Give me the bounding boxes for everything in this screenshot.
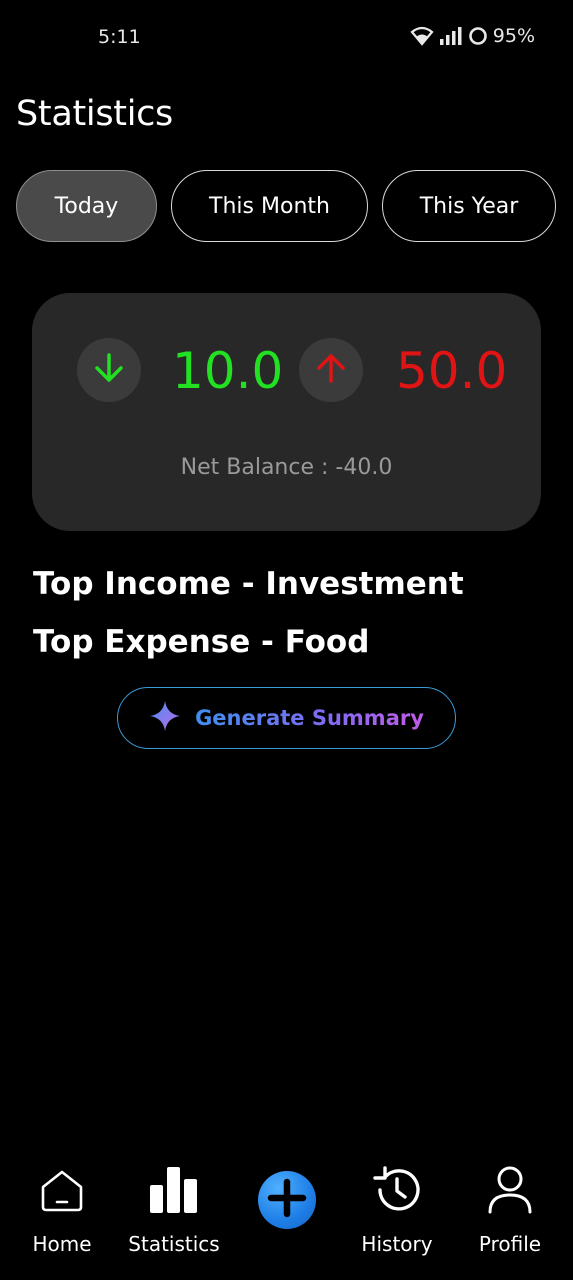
generate-summary-label: Generate Summary — [195, 706, 424, 730]
nav-add[interactable] — [227, 1160, 347, 1229]
tab-this-month[interactable]: This Month — [171, 170, 368, 242]
top-expense: Top Expense - Food — [33, 624, 370, 660]
nav-profile-label: Profile — [478, 1232, 542, 1256]
nav-home[interactable]: Home — [2, 1160, 122, 1256]
top-income: Top Income - Investment — [33, 566, 464, 602]
battery-icon — [468, 26, 488, 46]
bottom-nav: Home Statistics History Profile — [0, 1160, 573, 1280]
tab-this-year[interactable]: This Year — [382, 170, 556, 242]
plus-icon — [267, 1178, 307, 1223]
expense-amount: 50.0 — [396, 342, 508, 400]
summary-card: 10.0 50.0 Net Balance : -40.0 — [32, 293, 541, 531]
expense-indicator — [299, 338, 363, 402]
nav-statistics-label: Statistics — [128, 1232, 220, 1256]
status-bar: 5:11 95% — [0, 0, 573, 74]
arrow-up-icon — [313, 350, 349, 391]
status-icons: 95% — [410, 25, 535, 47]
page-title: Statistics — [16, 94, 173, 134]
arrow-down-icon — [91, 350, 127, 391]
income-indicator — [77, 338, 141, 402]
nav-history[interactable]: History — [337, 1160, 457, 1256]
tab-today[interactable]: Today — [16, 170, 157, 242]
nav-statistics[interactable]: Statistics — [114, 1160, 234, 1256]
net-balance: Net Balance : -40.0 — [180, 455, 393, 480]
nav-profile[interactable]: Profile — [450, 1160, 570, 1256]
person-icon — [480, 1160, 540, 1220]
add-button[interactable] — [258, 1171, 316, 1229]
signal-icon — [439, 27, 463, 45]
bar-chart-icon — [144, 1160, 204, 1220]
home-icon — [32, 1160, 92, 1220]
sparkle-icon — [149, 700, 181, 737]
status-time: 5:11 — [98, 26, 141, 48]
generate-summary-button[interactable]: Generate Summary — [117, 687, 456, 749]
wifi-icon — [410, 26, 434, 46]
nav-history-label: History — [361, 1232, 433, 1256]
nav-home-label: Home — [32, 1232, 92, 1256]
history-icon — [367, 1160, 427, 1220]
income-amount: 10.0 — [172, 342, 284, 400]
battery-percent: 95% — [492, 25, 535, 47]
